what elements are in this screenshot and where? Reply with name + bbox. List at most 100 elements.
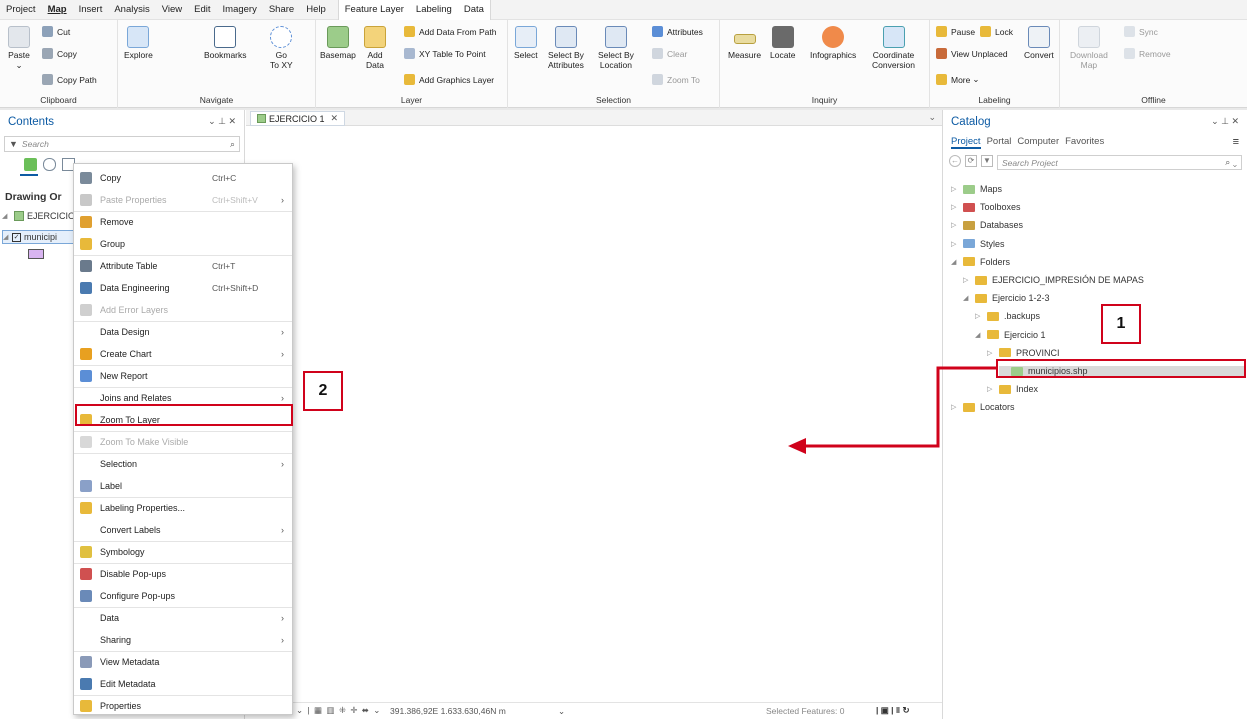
search-icon[interactable]: ⌕ [230,139,235,150]
expand-icon[interactable]: ▷ [987,349,994,357]
expand-icon[interactable]: ▷ [951,221,958,229]
menu-tab-share[interactable]: Share [263,0,300,20]
menu-item-properties[interactable]: Properties [74,695,292,717]
menu-item-new-report[interactable]: New Report [74,365,292,387]
infographics-button[interactable]: Infographics [810,26,856,60]
copy-path-button[interactable]: Copy Path [42,74,97,85]
menu-item-disable-pop-ups[interactable]: Disable Pop-ups [74,563,292,585]
cut-button[interactable]: Cut [42,26,70,37]
expand-icon[interactable]: ◢ [2,212,9,220]
sync-button[interactable]: Sync [1124,26,1158,37]
contents-search-input[interactable]: Search [22,139,49,149]
catalog-item[interactable]: ▷ Maps [951,184,1002,194]
catalog-item[interactable]: ▷ .backups [975,311,1040,321]
search-icon[interactable]: ⌕ ⌄ [1225,157,1237,168]
menu-item-zoom-to-make-visible[interactable]: Zoom To Make Visible [74,431,292,453]
menu-item-labeling-properties[interactable]: Labeling Properties... [74,497,292,519]
menu-item-configure-pop-ups[interactable]: Configure Pop-ups [74,585,292,607]
remove-offline-button[interactable]: Remove [1124,48,1171,59]
menu-item-copy[interactable]: Copy Ctrl+C [74,167,292,189]
pause-drawing-icon[interactable]: | ▣ | ‖ ↻ [876,705,910,716]
contents-search-box[interactable]: ▼ Search ⌕ [4,136,240,152]
copy-button[interactable]: Copy [42,48,77,59]
expand-icon[interactable]: ▷ [975,312,982,320]
pane-controls-icon[interactable]: ⌄ ⊥ ✕ [1211,116,1239,127]
menu-tab-edit[interactable]: Edit [188,0,216,20]
explore-button[interactable]: Explore [124,26,153,60]
catalog-item[interactable]: ▷ Styles [951,239,1005,249]
catalog-search-box[interactable]: Search Project ⌕ ⌄ [997,155,1242,170]
drawing-order-icon[interactable] [24,158,37,171]
catalog-item[interactable]: ▷ Databases [951,220,1023,230]
catalog-item[interactable]: ◢ Folders [951,257,1010,267]
menu-tab-project[interactable]: Project [0,0,42,20]
filter-icon[interactable]: ▼ [9,139,18,149]
menu-item-selection[interactable]: Selection › [74,453,292,475]
download-map-button[interactable]: Download Map [1070,26,1108,70]
status-tools-icon[interactable]: ⌄ | ▦ ▥ ⁜ ✛ ⬌ ⌄ [296,705,381,716]
menu-icon[interactable]: ≡ [1233,136,1239,148]
basemap-button[interactable]: Basemap [320,26,356,60]
xy-table-to-point-button[interactable]: XY Table To Point [404,48,486,59]
catalog-item[interactable]: ▷ EJERCICIO_IMPRESIÓN DE MAPAS [963,275,1144,285]
expand-icon[interactable]: ▷ [951,185,958,193]
expand-icon[interactable]: ▷ [963,276,970,284]
menu-item-view-metadata[interactable]: View Metadata [74,651,292,673]
context-tab-data[interactable]: Data [458,0,490,20]
attributes-button[interactable]: Attributes [652,26,703,37]
menu-item-convert-labels[interactable]: Convert Labels › [74,519,292,541]
menu-item-data-engineering[interactable]: Data Engineering Ctrl+Shift+D [74,277,292,299]
menu-tab-view[interactable]: View [156,0,188,20]
measure-button[interactable]: Measure [728,26,761,60]
catalog-tab-computer[interactable]: Computer [1017,136,1059,149]
add-graphics-layer-button[interactable]: Add Graphics Layer [404,74,494,85]
locate-button[interactable]: Locate [770,26,796,60]
menu-item-edit-metadata[interactable]: Edit Metadata [74,673,292,695]
view-unplaced-button[interactable]: View Unplaced [936,48,1008,59]
menu-item-attribute-table[interactable]: Attribute Table Ctrl+T [74,255,292,277]
zoom-to-button[interactable]: Zoom To [652,74,700,85]
expand-icon[interactable]: ◢ [3,233,10,241]
close-icon[interactable]: ✕ [331,113,339,124]
menu-item-add-error-layers[interactable]: Add Error Layers [74,299,292,321]
expand-icon[interactable]: ▷ [951,240,958,248]
catalog-item[interactable]: ▷ Toolboxes [951,202,1021,212]
menu-item-remove[interactable]: Remove [74,211,292,233]
data-source-icon[interactable] [43,158,56,171]
menu-tab-map[interactable]: Map [42,0,73,20]
collapse-icon[interactable]: ◢ [963,294,970,302]
back-icon[interactable]: ← [949,155,961,167]
catalog-item[interactable]: ◢ Ejercicio 1 [975,330,1046,340]
select-button[interactable]: Select [514,26,538,60]
menu-item-create-chart[interactable]: Create Chart › [74,343,292,365]
bookmarks-button[interactable]: Bookmarks [204,26,247,60]
menu-tab-help[interactable]: Help [300,0,332,20]
paste-button[interactable]: Paste ⌄ [8,26,30,70]
chevron-down-icon[interactable]: ⌄ [558,706,565,717]
add-data-from-path-button[interactable]: Add Data From Path [404,26,496,37]
pause-button[interactable]: Pause [936,26,975,37]
catalog-search-input[interactable]: Search Project [1002,158,1058,168]
add-data-button[interactable]: Add Data [364,26,386,70]
menu-item-data-design[interactable]: Data Design › [74,321,292,343]
collapse-icon[interactable]: ◢ [951,258,958,266]
pane-controls-icon[interactable]: ⌄ ⊥ ✕ [208,116,236,127]
menu-item-sharing[interactable]: Sharing › [74,629,292,651]
menu-item-paste-properties[interactable]: Paste Properties Ctrl+Shift+V › [74,189,292,211]
filter-icon[interactable]: ▼ [981,155,993,167]
clear-button[interactable]: Clear [652,48,687,59]
menu-item-data[interactable]: Data › [74,607,292,629]
more-button[interactable]: More ⌄ [936,74,980,85]
catalog-item[interactable]: ▷ PROVINCI [987,348,1060,358]
coordinate-conversion-button[interactable]: Coordinate Conversion [872,26,915,70]
catalog-item[interactable]: ◢ Ejercicio 1-2-3 [963,293,1050,303]
map-tab[interactable]: EJERCICIO 1 ✕ [250,111,346,126]
lock-button[interactable]: Lock [980,26,1013,37]
map-tree-item[interactable]: ◢ EJERCICIO [2,211,75,221]
go-to-xy-button[interactable]: Go To XY [270,26,293,70]
visibility-checkbox[interactable]: ✓ [12,232,21,242]
chevron-down-icon[interactable]: ⌄ [928,112,936,123]
menu-tab-insert[interactable]: Insert [73,0,109,20]
menu-item-symbology[interactable]: Symbology [74,541,292,563]
context-tab-labeling[interactable]: Labeling [410,0,458,20]
